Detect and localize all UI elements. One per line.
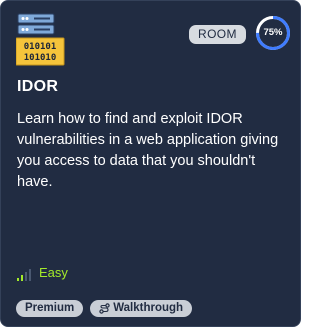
difficulty-indicator: Easy — [17, 265, 68, 281]
premium-tag-label: Premium — [25, 302, 75, 314]
room-type-badge: ROOM — [189, 25, 246, 44]
room-description: Learn how to find and exploit IDOR vulne… — [17, 111, 279, 190]
walkthrough-tag: Walkthrough — [90, 300, 193, 317]
room-title[interactable]: IDOR — [17, 78, 58, 96]
signal-bars-icon — [17, 269, 31, 281]
route-icon — [99, 303, 110, 314]
svg-text:010101: 010101 — [24, 42, 57, 52]
tag-list: Premium Walkthrough — [16, 300, 199, 317]
svg-text:101010: 101010 — [24, 53, 57, 63]
walkthrough-tag-label: Walkthrough — [113, 302, 184, 314]
room-card[interactable]: 010101 101010 ROOM 75% IDOR Learn how to… — [0, 0, 301, 327]
difficulty-label: Easy — [39, 265, 68, 280]
server-binary-icon: 010101 101010 — [16, 13, 65, 66]
premium-tag: Premium — [16, 300, 84, 317]
progress-percent: 75% — [263, 27, 283, 38]
